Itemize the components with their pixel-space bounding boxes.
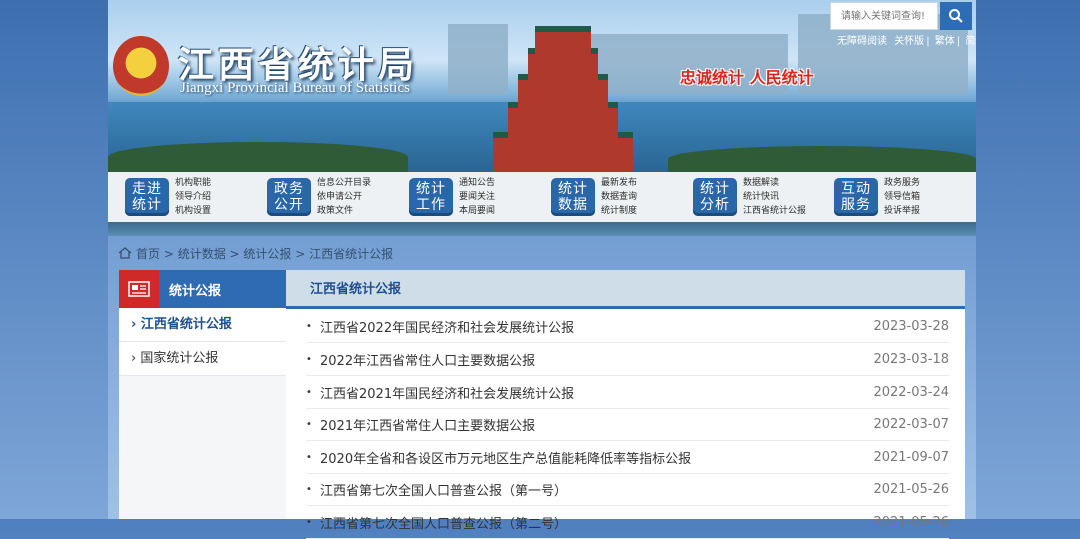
list-item[interactable]: • 2020年全省和各设区市万元地区生产总值能耗降低率等指标公报 2021-09… (306, 441, 949, 474)
traditional-chinese-link[interactable]: 繁体 (935, 36, 955, 47)
breadcrumb: 首页 > 统计数据 > 统计公报 > 江西省统计公报 (118, 245, 393, 262)
nav-button-about[interactable]: 走进统计 (125, 178, 169, 216)
nav-group-stat-data: 统计数据 最新发布 数据查询 统计制度 (551, 176, 637, 218)
bullet-icon: • (306, 320, 312, 332)
page-background-right (976, 0, 1080, 519)
list-item-date: 2023-03-18 (873, 351, 949, 367)
nav-group-public-affairs: 政务公开 信息公开目录 依申请公开 政策文件 (267, 176, 371, 218)
bullet-icon: • (306, 516, 312, 528)
content-panel: 江西省统计公报 • 江西省2022年国民经济和社会发展统计公报 2023-03-… (286, 270, 965, 539)
list-item[interactable]: • 江西省第七次全国人口普查公报（第二号） 2021-05-26 (306, 506, 949, 539)
nav-link[interactable]: 要闻关注 (459, 190, 495, 204)
list-item-title[interactable]: 2022年江西省常住人口主要数据公报 (320, 350, 873, 369)
list-item-date: 2021-09-07 (873, 449, 949, 465)
nav-link[interactable]: 政策文件 (317, 204, 371, 218)
national-emblem-logo[interactable] (113, 36, 169, 96)
nav-link[interactable]: 机构设置 (175, 204, 211, 218)
sidebar-item-label: 江西省统计公报 (140, 317, 232, 332)
bulletin-icon-box (119, 270, 159, 308)
search-button[interactable] (940, 2, 972, 30)
nav-link[interactable]: 江西省统计公报 (743, 204, 806, 218)
nav-group-about: 走进统计 机构职能 领导介绍 机构设置 (125, 176, 211, 218)
search-icon (949, 9, 963, 23)
bullet-icon: • (306, 353, 312, 365)
site-subtitle: Jiangxi Provincial Bureau of Statistics (180, 80, 410, 96)
list-item-date: 2023-03-28 (873, 318, 949, 334)
bullet-icon: • (306, 451, 312, 463)
home-icon (118, 247, 132, 259)
nav-button-stat-work[interactable]: 统计工作 (409, 178, 453, 216)
list-item-title[interactable]: 江西省第七次全国人口普查公报（第一号） (320, 480, 873, 499)
nav-link[interactable]: 最新发布 (601, 176, 637, 190)
nav-link[interactable]: 依申请公开 (317, 190, 371, 204)
nav-group-stat-analysis: 统计分析 数据解读 统计快讯 江西省统计公报 (693, 176, 806, 218)
tengwang-pavilion-image (493, 22, 633, 172)
breadcrumb-current[interactable]: 江西省统计公报 (309, 247, 393, 261)
nav-link[interactable]: 数据查询 (601, 190, 637, 204)
sidebar-item-jiangxi-bulletin[interactable]: › 江西省统计公报 (119, 308, 286, 342)
page-background-left (0, 0, 108, 519)
nav-link[interactable]: 数据解读 (743, 176, 806, 190)
nav-link[interactable]: 政务服务 (884, 176, 920, 190)
sidebar-header: 统计公报 (119, 270, 286, 308)
list-item[interactable]: • 2022年江西省常住人口主要数据公报 2023-03-18 (306, 343, 949, 376)
search-input[interactable] (831, 3, 937, 29)
nav-link[interactable]: 机构职能 (175, 176, 211, 190)
list-item-title[interactable]: 江西省2021年国民经济和社会发展统计公报 (320, 383, 873, 402)
list-item-date: 2022-03-07 (873, 416, 949, 432)
tab-jiangxi-bulletin[interactable]: 江西省统计公报 (310, 270, 401, 310)
bulletin-icon (128, 281, 150, 297)
bullet-icon: • (306, 418, 312, 430)
decorative-roofline (108, 222, 976, 236)
riverbank (108, 142, 408, 172)
list-item[interactable]: • 江西省2021年国民经济和社会发展统计公报 2022-03-24 (306, 376, 949, 409)
list-item[interactable]: • 江西省第七次全国人口普查公报（第一号） 2021-05-26 (306, 473, 949, 506)
nav-button-interactive[interactable]: 互动服务 (834, 178, 878, 216)
chevron-right-icon: › (131, 351, 137, 366)
list-item[interactable]: • 江西省2022年国民经济和社会发展统计公报 2023-03-28 (306, 310, 949, 343)
nav-group-interactive: 互动服务 政务服务 领导信箱 投诉举报 (834, 176, 920, 218)
sidebar-title: 统计公报 (169, 283, 222, 299)
main-navigation: 走进统计 机构职能 领导介绍 机构设置 政务公开 信息公开目录 依申请公开 政策… (108, 172, 976, 222)
nav-link[interactable]: 本局要闻 (459, 204, 495, 218)
sidebar-item-national-bulletin[interactable]: › 国家统计公报 (119, 342, 286, 376)
chevron-right-icon: › (131, 317, 137, 332)
sidebar: 统计公报 › 江西省统计公报 › 国家统计公报 (119, 270, 286, 519)
nav-link[interactable]: 统计制度 (601, 204, 637, 218)
content-header: 江西省统计公报 (286, 270, 965, 309)
list-item-date: 2021-05-26 (873, 514, 949, 530)
care-mode-link[interactable]: 关怀版 (894, 36, 924, 47)
nav-link[interactable]: 信息公开目录 (317, 176, 371, 190)
search-box[interactable] (830, 2, 938, 30)
breadcrumb-item[interactable]: 统计数据 (178, 247, 226, 261)
list-item-date: 2021-05-26 (873, 481, 949, 497)
header-banner: 江西省统计局 Jiangxi Provincial Bureau of Stat… (108, 0, 976, 172)
list-item-title[interactable]: 2020年全省和各设区市万元地区生产总值能耗降低率等指标公报 (320, 448, 873, 467)
accessible-reading-link[interactable]: 无障碍阅读 (837, 36, 887, 47)
bullet-icon: • (306, 483, 312, 495)
list-item-title[interactable]: 江西省2022年国民经济和社会发展统计公报 (320, 317, 873, 336)
breadcrumb-item[interactable]: 统计公报 (243, 247, 291, 261)
nav-button-stat-analysis[interactable]: 统计分析 (693, 178, 737, 216)
nav-group-stat-work: 统计工作 通知公告 要闻关注 本局要闻 (409, 176, 495, 218)
list-item[interactable]: • 2021年江西省常住人口主要数据公报 2022-03-07 (306, 408, 949, 441)
nav-link[interactable]: 统计快讯 (743, 190, 806, 204)
nav-link[interactable]: 领导介绍 (175, 190, 211, 204)
bullet-icon: • (306, 386, 312, 398)
nav-link[interactable]: 领导信箱 (884, 190, 920, 204)
breadcrumb-home[interactable]: 首页 (136, 247, 160, 261)
nav-button-public-affairs[interactable]: 政务公开 (267, 178, 311, 216)
slogan: 忠诚统计 人民统计 (680, 68, 814, 87)
sidebar-item-label: 国家统计公报 (140, 351, 219, 366)
list-item-title[interactable]: 2021年江西省常住人口主要数据公报 (320, 415, 873, 434)
list-item-title[interactable]: 江西省第七次全国人口普查公报（第二号） (320, 513, 873, 532)
riverbank (668, 146, 976, 172)
top-links: 无障碍阅读 关怀版| 繁体| 简体 (835, 32, 976, 47)
nav-button-stat-data[interactable]: 统计数据 (551, 178, 595, 216)
simplified-chinese-link[interactable]: 简体 (965, 36, 976, 47)
nav-link[interactable]: 通知公告 (459, 176, 495, 190)
nav-link[interactable]: 投诉举报 (884, 204, 920, 218)
list-item-date: 2022-03-24 (873, 384, 949, 400)
